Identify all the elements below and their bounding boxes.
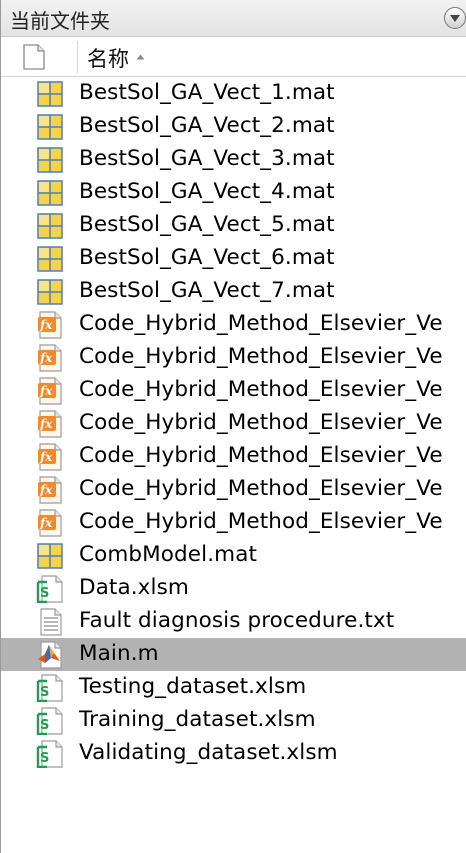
name-column-header[interactable]: 名称 bbox=[87, 43, 129, 73]
file-name: BestSol_GA_Vect_1.mat bbox=[79, 80, 335, 105]
function-file-icon: fx bbox=[36, 476, 64, 504]
file-row[interactable]: S Data.xlsm bbox=[1, 572, 466, 605]
function-file-icon: fx bbox=[36, 443, 64, 471]
file-name: CombModel.mat bbox=[79, 542, 257, 567]
mat-file-icon bbox=[36, 113, 64, 141]
file-row[interactable]: S Training_dataset.xlsm bbox=[1, 704, 466, 737]
file-row[interactable]: fx Code_Hybrid_Method_Elsevier_Ve bbox=[1, 341, 466, 374]
panel-menu-button[interactable] bbox=[444, 7, 466, 29]
svg-text:fx: fx bbox=[39, 351, 53, 365]
file-row[interactable]: Main.m bbox=[1, 638, 466, 671]
blank-file-icon bbox=[23, 44, 45, 70]
column-header: 名称 bbox=[1, 37, 466, 77]
file-name: Code_Hybrid_Method_Elsevier_Ve bbox=[79, 410, 443, 435]
function-file-icon: fx bbox=[36, 410, 64, 438]
function-file-icon: fx bbox=[36, 377, 64, 405]
file-row[interactable]: BestSol_GA_Vect_4.mat bbox=[1, 176, 466, 209]
mat-file-icon bbox=[36, 179, 64, 207]
file-row[interactable]: S Testing_dataset.xlsm bbox=[1, 671, 466, 704]
file-row[interactable]: BestSol_GA_Vect_5.mat bbox=[1, 209, 466, 242]
file-row[interactable]: fx Code_Hybrid_Method_Elsevier_Ve bbox=[1, 407, 466, 440]
svg-text:S: S bbox=[40, 751, 49, 766]
panel-title: 当前文件夹 bbox=[10, 9, 110, 33]
file-name: BestSol_GA_Vect_3.mat bbox=[79, 146, 335, 171]
file-name: BestSol_GA_Vect_5.mat bbox=[79, 212, 335, 237]
svg-text:fx: fx bbox=[39, 516, 53, 530]
svg-text:fx: fx bbox=[39, 417, 53, 431]
panel-titlebar: 当前文件夹 bbox=[1, 0, 466, 37]
file-row[interactable]: fx Code_Hybrid_Method_Elsevier_Ve bbox=[1, 473, 466, 506]
file-name: Fault diagnosis procedure.txt bbox=[79, 608, 395, 633]
file-name: Testing_dataset.xlsm bbox=[79, 674, 307, 699]
file-row[interactable]: fx Code_Hybrid_Method_Elsevier_Ve bbox=[1, 374, 466, 407]
excel-file-icon: S bbox=[36, 575, 64, 604]
file-name: Code_Hybrid_Method_Elsevier_Ve bbox=[79, 344, 443, 369]
file-row[interactable]: fx Code_Hybrid_Method_Elsevier_Ve bbox=[1, 506, 466, 539]
mat-file-icon bbox=[36, 212, 64, 240]
file-row[interactable]: BestSol_GA_Vect_6.mat bbox=[1, 242, 466, 275]
function-file-icon: fx bbox=[36, 344, 64, 372]
file-name: Data.xlsm bbox=[79, 575, 189, 600]
sort-ascending-icon bbox=[136, 54, 145, 60]
current-folder-panel: 当前文件夹 名称 BestSol_GA_Vect_1.mat BestSol_GA… bbox=[0, 0, 466, 853]
svg-text:fx: fx bbox=[39, 318, 53, 332]
file-name: Code_Hybrid_Method_Elsevier_Ve bbox=[79, 311, 443, 336]
file-row[interactable]: fx Code_Hybrid_Method_Elsevier_Ve bbox=[1, 440, 466, 473]
matlab-script-icon bbox=[36, 641, 64, 669]
file-name: Code_Hybrid_Method_Elsevier_Ve bbox=[79, 443, 443, 468]
file-name: Training_dataset.xlsm bbox=[79, 707, 316, 732]
svg-text:fx: fx bbox=[39, 483, 53, 497]
file-name: Code_Hybrid_Method_Elsevier_Ve bbox=[79, 377, 443, 402]
file-name: BestSol_GA_Vect_6.mat bbox=[79, 245, 335, 270]
file-name: Code_Hybrid_Method_Elsevier_Ve bbox=[79, 509, 443, 534]
mat-file-icon bbox=[36, 80, 64, 108]
file-name: Code_Hybrid_Method_Elsevier_Ve bbox=[79, 476, 443, 501]
file-row[interactable]: CombModel.mat bbox=[1, 539, 466, 572]
file-row[interactable]: BestSol_GA_Vect_3.mat bbox=[1, 143, 466, 176]
file-row[interactable]: BestSol_GA_Vect_2.mat bbox=[1, 110, 466, 143]
column-divider[interactable] bbox=[77, 41, 78, 73]
svg-text:S: S bbox=[40, 586, 49, 601]
file-row[interactable]: fx Code_Hybrid_Method_Elsevier_Ve bbox=[1, 308, 466, 341]
file-name: BestSol_GA_Vect_7.mat bbox=[79, 278, 335, 303]
mat-file-icon bbox=[36, 146, 64, 174]
excel-file-icon: S bbox=[36, 707, 64, 736]
svg-text:S: S bbox=[40, 718, 49, 733]
excel-file-icon: S bbox=[36, 674, 64, 703]
mat-file-icon bbox=[36, 278, 64, 306]
svg-text:S: S bbox=[40, 685, 49, 700]
svg-text:fx: fx bbox=[39, 450, 53, 464]
type-column-header[interactable] bbox=[23, 44, 45, 74]
function-file-icon: fx bbox=[36, 311, 64, 339]
file-row[interactable]: Fault diagnosis procedure.txt bbox=[1, 605, 466, 638]
file-name: Main.m bbox=[79, 641, 159, 666]
file-row[interactable]: BestSol_GA_Vect_1.mat bbox=[1, 77, 466, 110]
excel-file-icon: S bbox=[36, 740, 64, 769]
mat-file-icon bbox=[36, 245, 64, 273]
text-file-icon bbox=[36, 608, 64, 636]
file-row[interactable]: BestSol_GA_Vect_7.mat bbox=[1, 275, 466, 308]
triangle-down-icon bbox=[450, 15, 460, 22]
mat-file-icon bbox=[36, 542, 64, 570]
function-file-icon: fx bbox=[36, 509, 64, 537]
file-name: Validating_dataset.xlsm bbox=[79, 740, 338, 765]
file-name: BestSol_GA_Vect_4.mat bbox=[79, 179, 335, 204]
file-name: BestSol_GA_Vect_2.mat bbox=[79, 113, 335, 138]
file-list: BestSol_GA_Vect_1.mat BestSol_GA_Vect_2.m… bbox=[1, 77, 466, 770]
file-row[interactable]: S Validating_dataset.xlsm bbox=[1, 737, 466, 770]
svg-text:fx: fx bbox=[39, 384, 53, 398]
